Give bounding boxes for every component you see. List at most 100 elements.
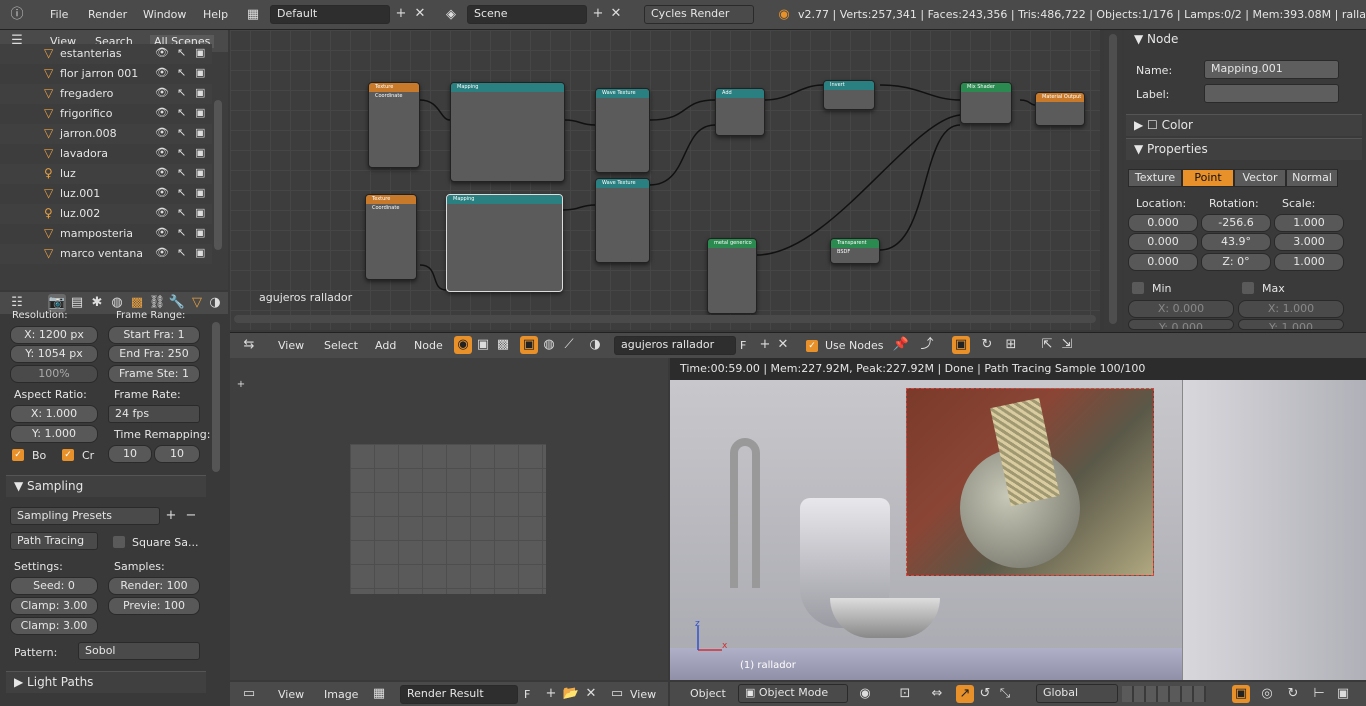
render-icon[interactable]: ▣ [195, 206, 205, 219]
cursor-icon[interactable]: ↖ [177, 146, 186, 159]
location-x-field[interactable]: 0.000 [1128, 214, 1198, 232]
use-nodes-checkbox[interactable]: ✓ [806, 340, 818, 352]
unlink-image-icon[interactable]: ✕ [582, 685, 600, 703]
eye-icon[interactable]: 👁 [155, 66, 169, 79]
square-samples-checkbox[interactable] [113, 536, 125, 548]
compositing-nodes-icon[interactable]: ▣ [474, 336, 492, 354]
lock-layers-icon[interactable]: ▣ [1232, 685, 1250, 703]
node-wave-texture-1[interactable]: Wave Texture [595, 88, 650, 173]
parent-tree-icon[interactable]: ⤴ [918, 336, 936, 354]
list-item[interactable]: ▽ flor jarron 001 👁 ↖ ▣ [0, 64, 212, 84]
remap-new-field[interactable]: 10 [154, 445, 200, 463]
render-icon[interactable]: ▣ [195, 126, 205, 139]
preview-samples-field[interactable]: Previe: 100 [108, 597, 200, 615]
clamp-direct-field[interactable]: Clamp: 3.00 [10, 597, 98, 615]
cursor-icon[interactable]: ↖ [177, 206, 186, 219]
image-menu-view[interactable]: View [278, 688, 304, 701]
viewport-menu-object[interactable]: Object [690, 687, 726, 700]
render-samples-field[interactable]: Render: 100 [108, 577, 200, 595]
aspect-x-field[interactable]: X: 1.000 [10, 405, 98, 423]
3d-viewport[interactable]: Time:00:59.00 | Mem:227.92M, Peak:227.92… [670, 358, 1366, 680]
remap-old-field[interactable]: 10 [108, 445, 152, 463]
render-preview-icon[interactable]: ▣ [1334, 685, 1352, 703]
node-texture-coordinate-2[interactable]: Texture Coordinate [365, 194, 417, 280]
end-frame-field[interactable]: End Fra: 250 [108, 345, 200, 363]
node-transparent-bsdf[interactable]: Transparent BSDF [830, 238, 880, 264]
light-paths-section-header[interactable]: ▶ Light Paths [6, 671, 206, 693]
cursor-icon[interactable]: ↖ [177, 66, 186, 79]
pattern-select[interactable]: Sobol [78, 642, 200, 660]
rotation-x-field[interactable]: -256.6 [1201, 214, 1271, 232]
new-image-icon[interactable]: + [542, 685, 560, 703]
material-name-field[interactable]: agujeros rallador [614, 336, 736, 355]
start-frame-field[interactable]: Start Fra: 1 [108, 326, 200, 344]
scale-y-field[interactable]: 3.000 [1274, 233, 1344, 251]
sampling-presets-select[interactable]: Sampling Presets [10, 507, 160, 525]
node-add[interactable]: Add [715, 88, 765, 136]
open-image-icon[interactable]: 📂 [562, 685, 580, 703]
scale-z-field[interactable]: 1.000 [1274, 253, 1344, 271]
add-layout-icon[interactable]: + [392, 5, 410, 23]
max-y-field[interactable]: Y: 1.000 [1238, 319, 1344, 330]
tab-texture[interactable]: Texture [1128, 169, 1182, 187]
snap-element-icon[interactable]: ⊞ [1002, 336, 1020, 354]
add-scene-icon[interactable]: + [589, 5, 607, 23]
list-item[interactable]: ▽ jarron.008 👁 ↖ ▣ [0, 124, 212, 144]
snap-toggle-icon[interactable]: ↻ [1284, 685, 1302, 703]
image-view-select[interactable]: View [630, 688, 656, 701]
max-checkbox[interactable] [1242, 282, 1254, 294]
list-item[interactable]: ▽ mamposteria 👁 ↖ ▣ [0, 224, 212, 244]
eye-icon[interactable]: 👁 [155, 146, 169, 159]
pivot-icon[interactable]: ⊡ [896, 685, 914, 703]
render-icon[interactable]: ▣ [195, 66, 205, 79]
close-layout-icon[interactable]: ✕ [411, 5, 429, 23]
eye-icon[interactable]: 👁 [155, 206, 169, 219]
node-mapping-2[interactable]: Mapping [446, 194, 563, 292]
add-preset-icon[interactable]: + [162, 507, 180, 525]
aspect-y-field[interactable]: Y: 1.000 [10, 425, 98, 443]
eye-icon[interactable]: 👁 [155, 46, 169, 59]
image-menu-image[interactable]: Image [324, 688, 358, 701]
render-icon[interactable]: ▣ [195, 146, 205, 159]
list-item[interactable]: ▽ estanterias 👁 ↖ ▣ [0, 44, 212, 64]
sampling-section-header[interactable]: ▼ Sampling [6, 475, 206, 497]
unlink-material-icon[interactable]: ✕ [774, 336, 792, 354]
new-material-icon[interactable]: + [756, 336, 774, 354]
node-section-header[interactable]: ▼ Node [1134, 32, 1178, 46]
scale-icon[interactable]: ⤡ [996, 685, 1014, 703]
editor-type-icon[interactable]: ⇆ [240, 336, 258, 354]
resolution-percent-field[interactable]: 100% [10, 365, 98, 383]
layout-field[interactable]: Default [270, 5, 390, 24]
menu-render[interactable]: Render [88, 8, 127, 21]
toolshelf-toggle-icon[interactable]: + [232, 376, 250, 394]
list-item[interactable]: ♀ luz.002 👁 ↖ ▣ [0, 204, 212, 224]
view-mode-icon[interactable]: ▭ [608, 685, 626, 703]
scene-icon[interactable]: ◈ [442, 6, 460, 24]
layer-buttons[interactable] [1122, 686, 1206, 702]
node-material-output[interactable]: Material Output [1035, 92, 1085, 126]
cursor-icon[interactable]: ↖ [177, 46, 186, 59]
vscroll-thumb[interactable] [1109, 34, 1117, 324]
render-engine-select[interactable]: Cycles Render [644, 5, 754, 24]
viewport-shading-icon[interactable]: ◉ [856, 685, 874, 703]
list-item[interactable]: ▽ lavadora 👁 ↖ ▣ [0, 144, 212, 164]
node-editor-vscroll[interactable] [1104, 30, 1122, 330]
location-y-field[interactable]: 0.000 [1128, 233, 1198, 251]
linestyle-icon[interactable]: ⟋ [560, 336, 578, 354]
material-icon[interactable]: ◑ [586, 336, 604, 354]
eye-icon[interactable]: 👁 [155, 126, 169, 139]
scene-tab-icon[interactable]: ✱ [88, 294, 106, 312]
backdrop-icon[interactable]: ▣ [952, 336, 970, 354]
render-icon[interactable]: ▣ [195, 246, 205, 259]
transform-orientation-select[interactable]: Global [1036, 684, 1118, 703]
outliner-scrollbar[interactable] [214, 100, 222, 250]
paste-nodes-icon[interactable]: ⇲ [1058, 336, 1076, 354]
properties-scrollbar[interactable] [212, 322, 220, 472]
cursor-icon[interactable]: ↖ [177, 126, 186, 139]
cursor-icon[interactable]: ↖ [177, 106, 186, 119]
image-name-field[interactable]: Render Result [400, 685, 518, 704]
render-icon[interactable]: ▣ [195, 166, 205, 179]
render-icon[interactable]: ▣ [195, 86, 205, 99]
list-item[interactable]: ▽ fregadero 👁 ↖ ▣ [0, 84, 212, 104]
render-icon[interactable]: ▣ [195, 106, 205, 119]
